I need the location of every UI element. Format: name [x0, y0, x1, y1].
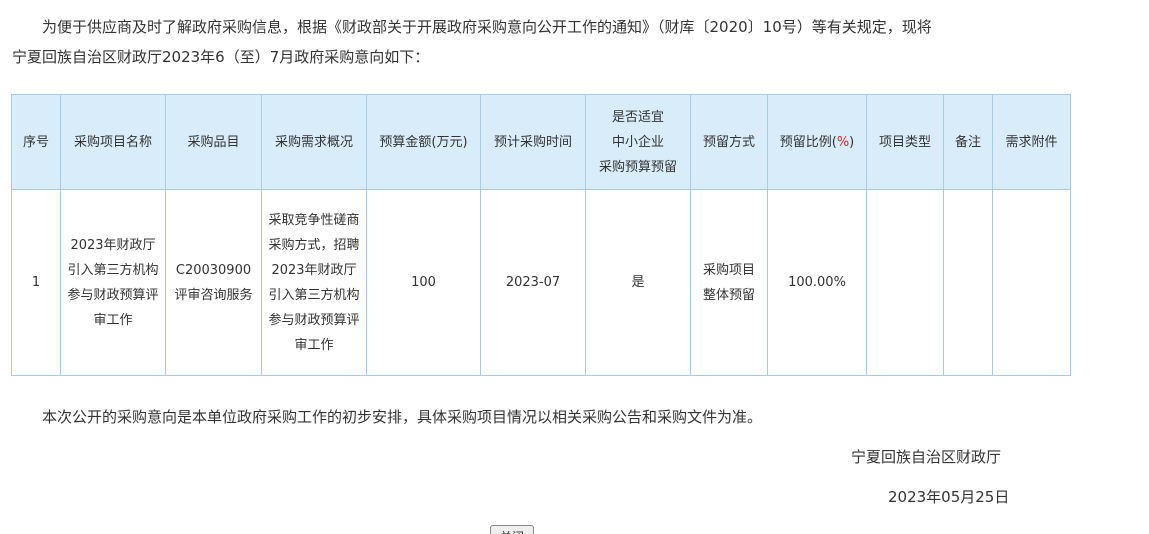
header-attachment: 需求附件 [992, 94, 1071, 190]
close-button[interactable]: 关闭 [490, 525, 534, 534]
intro-line-2: 宁夏回族自治区财政厅2023年6（至）7月政府采购意向如下： [12, 48, 430, 66]
header-reserve-ratio-suffix: ) [849, 134, 855, 150]
table-header-row: 序号 采购项目名称 采购品目 采购需求概况 预算金额(万元) 预计采购时间 是否… [11, 94, 1071, 190]
intro-line-1: 为便于供应商及时了解政府采购信息，根据《财政部关于开展政府采购意向公开工作的通知… [42, 18, 932, 36]
header-seq: 序号 [11, 94, 61, 190]
header-sme: 是否适宜 中小企业 采购预算预留 [585, 94, 691, 190]
closing-statement: 本次公开的采购意向是本单位政府采购工作的初步安排，具体采购项目情况以相关采购公告… [42, 408, 763, 426]
header-reserve-method: 预留方式 [690, 94, 768, 190]
cell-seq: 1 [11, 189, 61, 376]
procurement-intent-page: 为便于供应商及时了解政府采购信息，根据《财政部关于开展政府采购意向公开工作的通知… [0, 0, 1149, 534]
signer-name: 宁夏回族自治区财政厅 [851, 448, 1002, 466]
header-reserve-ratio-unit: % [836, 134, 850, 150]
cell-sme: 是 [585, 189, 691, 376]
header-time: 预计采购时间 [480, 94, 586, 190]
cell-project-type [866, 189, 944, 376]
cell-reserve-method: 采购项目整体预留 [690, 189, 768, 376]
header-sme-line-2: 中小企业 [611, 134, 664, 150]
header-project-name: 采购项目名称 [60, 94, 166, 190]
header-project-type: 项目类型 [866, 94, 944, 190]
cell-remark [943, 189, 993, 376]
procurement-intent-table: 序号 采购项目名称 采购品目 采购需求概况 预算金额(万元) 预计采购时间 是否… [11, 94, 1071, 376]
cell-overview: 采取竞争性磋商采购方式，招聘2023年财政厅引入第三方机构参与财政预算评审工作 [261, 189, 367, 376]
header-budget: 预算金额(万元) [366, 94, 481, 190]
header-sme-line-1: 是否适宜 [611, 109, 664, 125]
header-reserve-ratio: 预留比例(%) [767, 94, 867, 190]
cell-budget: 100 [366, 189, 481, 376]
header-reserve-ratio-prefix: 预留比例( [779, 134, 837, 150]
cell-time: 2023-07 [480, 189, 586, 376]
cell-reserve-ratio: 100.00% [767, 189, 867, 376]
intro-paragraph: 为便于供应商及时了解政府采购信息，根据《财政部关于开展政府采购意向公开工作的通知… [12, 12, 1072, 72]
header-category: 采购品目 [165, 94, 262, 190]
header-sme-line-3: 采购预算预留 [598, 159, 677, 175]
table-row: 1 2023年财政厅引入第三方机构参与财政预算评审工作 C20030900评审咨… [11, 189, 1071, 376]
header-overview: 采购需求概况 [261, 94, 367, 190]
publish-date: 2023年05月25日 [888, 488, 1010, 506]
cell-project-name: 2023年财政厅引入第三方机构参与财政预算评审工作 [60, 189, 166, 376]
cell-category: C20030900评审咨询服务 [165, 189, 262, 376]
cell-attachment [992, 189, 1071, 376]
header-remark: 备注 [943, 94, 993, 190]
